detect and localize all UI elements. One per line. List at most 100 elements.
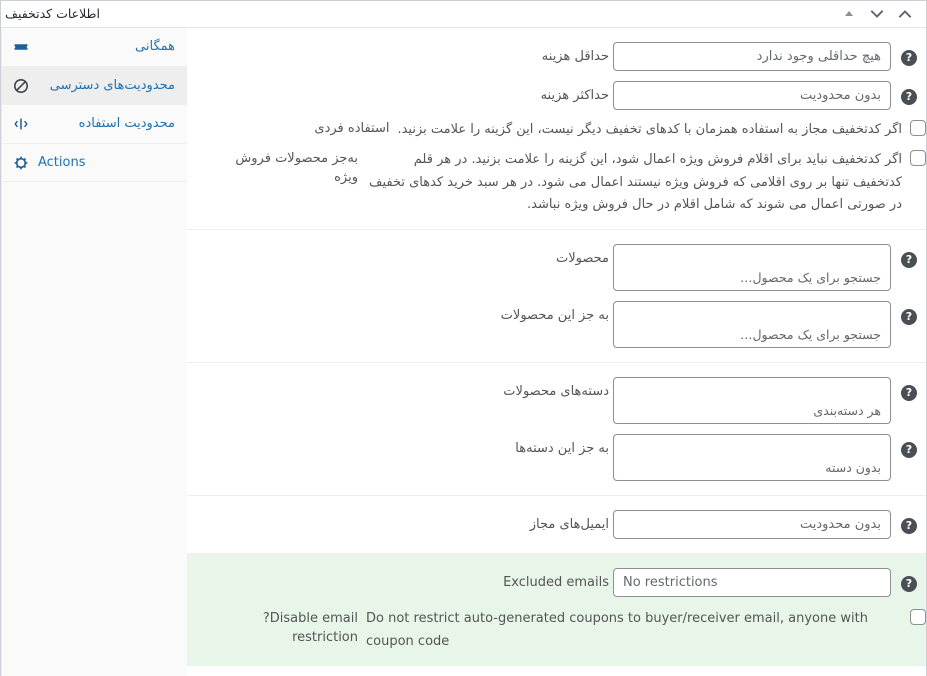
maximum-amount-input[interactable] bbox=[613, 81, 891, 110]
options-group-categories: دسته‌های محصولات هر دسته‌بندی ? به جز ای… bbox=[187, 363, 926, 497]
options-group-allowed-emails: ایمیل‌های مجاز ? bbox=[187, 496, 926, 555]
field-minimum-amount: حداقل هزینه ? bbox=[187, 37, 926, 76]
order-higher-button[interactable] bbox=[836, 3, 862, 25]
field-individual-use-only: استفاده فردی اگر کدتخفیف مجاز به استفاده… bbox=[187, 115, 926, 145]
move-up-button[interactable] bbox=[892, 3, 918, 25]
exclude-product-categories-select[interactable]: بدون دسته bbox=[613, 434, 891, 482]
field-excluded-emails: Excluded emails ? bbox=[187, 563, 926, 602]
field-maximum-amount-control bbox=[609, 81, 891, 110]
individual-use-only-checkbox[interactable] bbox=[910, 120, 926, 136]
field-disable-email-restriction-control: Do not restrict auto-generated coupons t… bbox=[358, 608, 926, 653]
field-products: محصولات جستجو برای یک محصول… ? bbox=[187, 239, 926, 296]
individual-use-only-description: اگر کدتخفیف مجاز به استفاده همزمان با کد… bbox=[397, 122, 902, 137]
product-categories-placeholder: هر دسته‌بندی bbox=[813, 403, 881, 419]
field-exclude-sale-items-label: به‌جز محصولات فروش ویژه bbox=[235, 151, 358, 185]
field-products-label: محصولات bbox=[556, 251, 609, 267]
field-product-categories-help: ? bbox=[891, 377, 926, 402]
options-group-amount-limits: حداقل هزینه ? حداکثر هزینه ? bbox=[187, 28, 926, 231]
field-minimum-amount-label: حداقل هزینه bbox=[541, 49, 609, 64]
field-allowed-emails-help: ? bbox=[891, 510, 926, 535]
options-group-products: محصولات جستجو برای یک محصول… ? به جز این… bbox=[187, 230, 926, 364]
field-disable-email-restriction-label: ?Disable email restriction bbox=[262, 611, 358, 645]
field-exclude-sale-items-control: اگر کدتخفیف نباید برای اقلام فروش ویژه ا… bbox=[358, 149, 926, 216]
move-down-button[interactable] bbox=[864, 3, 890, 25]
products-placeholder: جستجو برای یک محصول… bbox=[739, 270, 881, 286]
help-icon[interactable]: ? bbox=[901, 252, 917, 269]
metabox-title: اطلاعات کدتخفیف bbox=[5, 5, 100, 21]
usage-restriction-panel: حداقل هزینه ? حداکثر هزینه ? bbox=[187, 28, 926, 676]
products-select[interactable]: جستجو برای یک محصول… bbox=[613, 244, 891, 292]
tab-actions[interactable]: Actions bbox=[2, 144, 187, 182]
minimum-amount-input[interactable] bbox=[613, 42, 891, 71]
help-icon[interactable]: ? bbox=[901, 385, 917, 402]
disable-email-restriction-checkbox[interactable] bbox=[910, 609, 926, 626]
exclude-product-categories-placeholder: بدون دسته bbox=[825, 460, 881, 476]
exclude-products-select[interactable]: جستجو برای یک محصول… bbox=[613, 301, 891, 349]
field-maximum-amount: حداکثر هزینه ? bbox=[187, 76, 926, 115]
excluded-emails-input[interactable] bbox=[613, 568, 891, 598]
field-product-categories-label: دسته‌های محصولات bbox=[503, 384, 609, 400]
tab-actions-link[interactable]: Actions bbox=[2, 144, 187, 182]
field-individual-use-only-control: اگر کدتخفیف مجاز به استفاده همزمان با کد… bbox=[389, 119, 926, 141]
field-product-categories-control: هر دسته‌بندی bbox=[609, 377, 891, 425]
ticket-icon bbox=[12, 38, 30, 56]
field-excluded-emails-control bbox=[609, 568, 891, 598]
field-product-categories: دسته‌های محصولات هر دسته‌بندی ? bbox=[187, 372, 926, 429]
exclude-sale-items-description: اگر کدتخفیف نباید برای اقلام فروش ویژه ا… bbox=[369, 152, 902, 213]
tab-usage-restriction-link[interactable]: محدودیت‌های دسترسی bbox=[2, 67, 187, 105]
coupon-data-tabs: همگانی محدودیت‌های دسترسی bbox=[1, 28, 187, 676]
block-icon bbox=[12, 77, 30, 95]
field-exclude-product-categories-help: ? bbox=[891, 434, 926, 459]
field-individual-use-only-label: استفاده فردی bbox=[314, 121, 390, 136]
field-minimum-amount-help: ? bbox=[891, 42, 926, 66]
usage-limit-icon bbox=[12, 115, 30, 133]
field-maximum-amount-label: حداکثر هزینه bbox=[540, 88, 609, 103]
tab-usage-limit[interactable]: محدودیت استفاده bbox=[2, 105, 187, 144]
product-categories-select[interactable]: هر دسته‌بندی bbox=[613, 377, 891, 425]
tab-actions-label: Actions bbox=[38, 154, 86, 170]
tab-usage-limit-label: محدودیت استفاده bbox=[78, 116, 175, 131]
field-allowed-emails: ایمیل‌های مجاز ? bbox=[187, 505, 926, 544]
exclude-products-placeholder: جستجو برای یک محصول… bbox=[739, 327, 881, 343]
field-exclude-products-help: ? bbox=[891, 301, 926, 326]
exclude-sale-items-checkbox[interactable] bbox=[910, 150, 926, 167]
options-group-excluded-emails: Excluded emails ? ?Disable email restric… bbox=[187, 554, 926, 667]
metabox-handle-actions bbox=[836, 3, 918, 25]
field-exclude-products-label: به جز این محصولات bbox=[500, 308, 609, 324]
field-products-control: جستجو برای یک محصول… bbox=[609, 244, 891, 292]
tab-usage-limit-link[interactable]: محدودیت استفاده bbox=[2, 105, 187, 143]
coupon-data-metabox: اطلاعات کدتخفیف همگانی bbox=[0, 0, 927, 676]
tab-usage-restriction-label: محدودیت‌های دسترسی bbox=[49, 77, 175, 93]
field-exclude-product-categories: به جز این دسته‌ها بدون دسته ? bbox=[187, 429, 926, 486]
help-icon[interactable]: ? bbox=[901, 442, 917, 459]
field-allowed-emails-control bbox=[609, 510, 891, 540]
field-exclude-product-categories-control: بدون دسته bbox=[609, 434, 891, 482]
disable-email-restriction-description: Do not restrict auto-generated coupons t… bbox=[366, 611, 868, 649]
help-icon[interactable]: ? bbox=[901, 518, 917, 535]
field-excluded-emails-label: Excluded emails bbox=[503, 575, 609, 591]
field-exclude-sale-items: به‌جز محصولات فروش ویژه اگر کدتخفیف نبای… bbox=[187, 145, 926, 220]
tab-general-label: همگانی bbox=[135, 39, 175, 54]
help-icon[interactable]: ? bbox=[901, 89, 917, 105]
allowed-emails-input[interactable] bbox=[613, 510, 891, 540]
field-excluded-emails-help: ? bbox=[891, 568, 926, 593]
tab-usage-restriction[interactable]: محدودیت‌های دسترسی bbox=[2, 66, 187, 105]
field-disable-email-restriction: ?Disable email restriction Do not restri… bbox=[187, 602, 926, 657]
tab-general-link[interactable]: همگانی bbox=[2, 28, 187, 66]
metabox-header: اطلاعات کدتخفیف bbox=[1, 1, 926, 28]
field-exclude-product-categories-label: به جز این دسته‌ها bbox=[515, 441, 609, 457]
field-maximum-amount-help: ? bbox=[891, 81, 926, 105]
chevron-up-icon bbox=[898, 10, 912, 18]
field-exclude-products-control: جستجو برای یک محصول… bbox=[609, 301, 891, 349]
field-allowed-emails-label: ایمیل‌های مجاز bbox=[529, 517, 609, 533]
field-minimum-amount-control bbox=[609, 42, 891, 71]
field-products-help: ? bbox=[891, 244, 926, 269]
chevron-down-icon bbox=[870, 10, 884, 18]
gear-icon bbox=[12, 154, 30, 172]
help-icon[interactable]: ? bbox=[901, 576, 917, 593]
triangle-up-icon bbox=[845, 11, 853, 16]
help-icon[interactable]: ? bbox=[901, 309, 917, 326]
tab-general[interactable]: همگانی bbox=[2, 28, 187, 67]
help-icon[interactable]: ? bbox=[901, 50, 917, 66]
metabox-body: همگانی محدودیت‌های دسترسی bbox=[1, 28, 926, 676]
